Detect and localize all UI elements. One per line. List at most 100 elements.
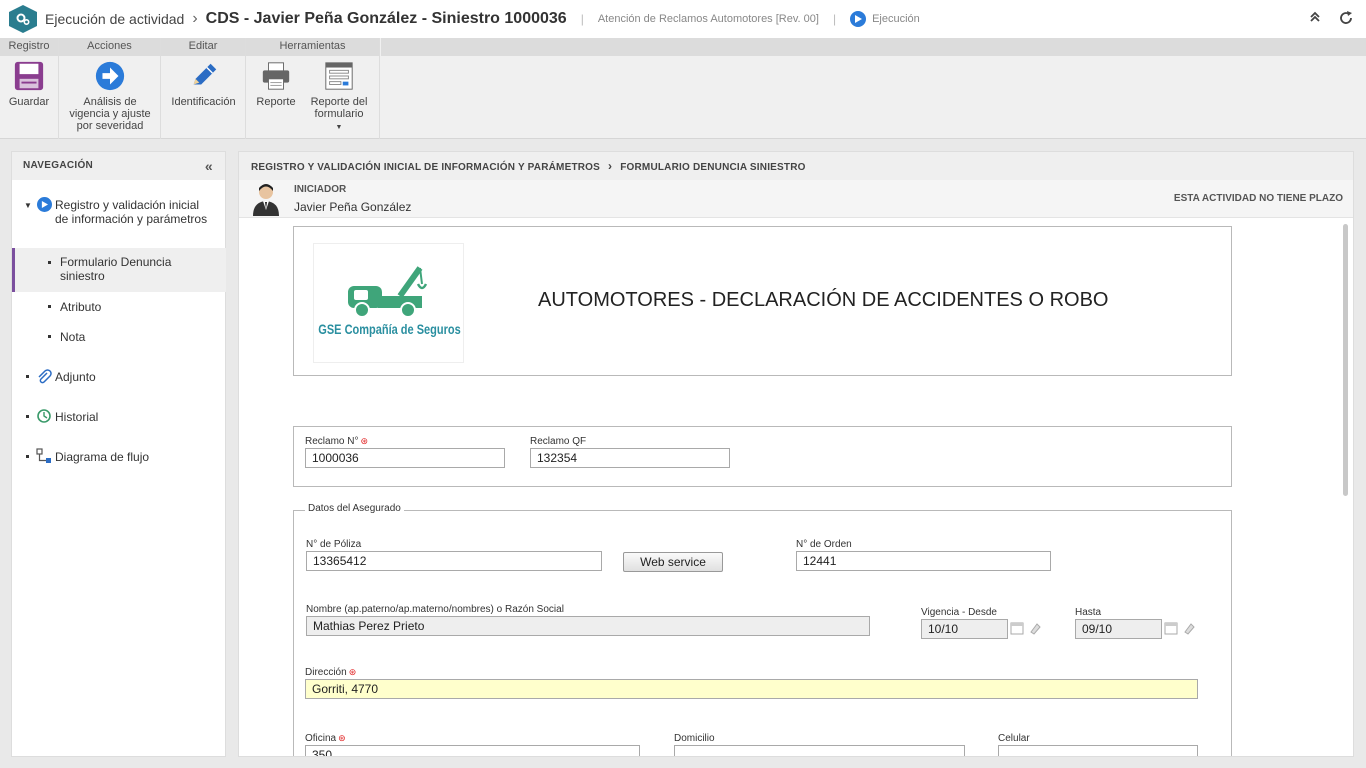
- nav-item-historial[interactable]: Historial: [12, 408, 226, 428]
- home-input[interactable]: [674, 745, 965, 756]
- collapse-up-icon[interactable]: [1308, 10, 1322, 31]
- paperclip-icon: [38, 369, 52, 384]
- status-text: Ejecución: [872, 13, 920, 25]
- vertical-scrollbar[interactable]: [1343, 224, 1348, 496]
- required-icon: ⊛: [348, 667, 357, 677]
- breadcrumb: REGISTRO Y VALIDACIÓN INICIAL DE INFORMA…: [239, 152, 1353, 180]
- eraser-icon[interactable]: [1028, 621, 1042, 635]
- refresh-icon[interactable]: [1338, 10, 1354, 31]
- home-label: Domicilio: [674, 733, 715, 744]
- web-service-button[interactable]: Web service: [623, 552, 723, 572]
- claim-qf-input[interactable]: 132354: [530, 448, 730, 468]
- printer-icon: [262, 62, 290, 90]
- nav-item-nota[interactable]: Nota: [12, 328, 226, 348]
- nav-item-diagrama[interactable]: Diagrama de flujo: [12, 448, 226, 468]
- claim-qf-label: Reclamo QF: [530, 436, 587, 447]
- office-label: Oficina ⊛: [305, 733, 346, 744]
- form-report-button[interactable]: Reporte del formulario ▼: [306, 60, 372, 134]
- report-button[interactable]: Reporte: [252, 60, 300, 108]
- deadline-notice: ESTA ACTIVIDAD NO TIENE PLAZO: [1173, 193, 1343, 204]
- form-report-label: Reporte del formulario: [310, 96, 368, 120]
- group-label: Herramientas: [246, 38, 379, 56]
- group-acciones: Acciones Análisis de vigencia y ajuste p…: [59, 38, 161, 139]
- valid-to-input[interactable]: 09/10: [1075, 619, 1162, 639]
- save-button[interactable]: Guardar: [4, 60, 54, 108]
- group-registro: Registro Guardar: [0, 38, 59, 139]
- policy-number-input[interactable]: 13365412: [306, 551, 602, 571]
- page-title: CDS - Javier Peña González - Siniestro 1…: [205, 10, 567, 27]
- nav-item-atributo[interactable]: Atributo: [12, 298, 226, 318]
- valid-to-label: Hasta: [1075, 607, 1102, 618]
- mobile-label: Celular: [998, 733, 1030, 744]
- breadcrumb-item[interactable]: REGISTRO Y VALIDACIÓN INICIAL DE INFORMA…: [251, 162, 600, 173]
- insured-data-section: Datos del Asegurado N° de Póliza 1336541…: [293, 503, 1232, 756]
- dropdown-arrow-icon[interactable]: ▼: [306, 122, 372, 134]
- claim-box: Reclamo N° ⊛ 1000036 Reclamo QF 132354: [293, 426, 1232, 487]
- divider: |: [580, 12, 584, 26]
- title-bar: Ejecución de actividad › CDS - Javier Pe…: [0, 0, 1366, 38]
- history-clock-icon: [37, 409, 51, 423]
- group-editar: Editar Identificación: [161, 38, 246, 139]
- calendar-icon[interactable]: [1010, 621, 1024, 635]
- nav-item-formulario[interactable]: Formulario Denuncia siniestro: [12, 248, 226, 292]
- nav-label: Diagrama de flujo: [55, 450, 150, 464]
- ribbon-toolbar: Registro Guardar Acciones Análisis de vi…: [0, 38, 1366, 139]
- required-icon: ⊛: [338, 733, 346, 743]
- calendar-icon[interactable]: [1164, 621, 1178, 635]
- nav-item-registro[interactable]: ▼ Registro y validación inicial de infor…: [12, 197, 226, 241]
- bullet: [48, 305, 51, 308]
- play-icon: [37, 197, 52, 212]
- bullet: [26, 455, 29, 458]
- nav-title: NAVEGACIÓN: [23, 160, 94, 171]
- status-badge: Ejecución: [850, 11, 920, 27]
- save-label: Guardar: [8, 96, 50, 108]
- office-input[interactable]: 350: [305, 745, 640, 756]
- name-label: Nombre (ap.paterno/ap.materno/nombres) o…: [306, 604, 564, 615]
- mobile-input[interactable]: [998, 745, 1198, 756]
- play-icon: [850, 11, 867, 27]
- divider: |: [832, 12, 837, 26]
- group-herramientas: Herramientas Reporte Reporte del formula…: [246, 38, 380, 139]
- identification-label: Identificación: [171, 96, 236, 108]
- name-input[interactable]: Mathias Perez Prieto: [306, 616, 870, 636]
- breadcrumb-item: FORMULARIO DENUNCIA SINIESTRO: [620, 162, 806, 173]
- process-name: Atención de Reclamos Automotores [Rev. 0…: [597, 13, 819, 25]
- toolbar-header-fill: [381, 38, 1366, 56]
- navigation-panel: NAVEGACIÓN « ▼ Registro y validación ini…: [11, 151, 226, 757]
- nav-header: NAVEGACIÓN «: [12, 152, 225, 180]
- analysis-button[interactable]: Análisis de vigencia y ajuste por severi…: [63, 60, 157, 132]
- required-icon: ⊛: [360, 436, 369, 446]
- order-number-input[interactable]: 12441: [796, 551, 1051, 571]
- nav-label: Registro y validación inicial de informa…: [55, 198, 208, 226]
- bullet: [26, 415, 29, 418]
- bullet: [26, 375, 29, 378]
- bullet: [48, 335, 51, 338]
- group-label: Acciones: [59, 38, 160, 56]
- identification-button[interactable]: Identificación: [165, 60, 242, 108]
- initiator-label: INICIADOR: [294, 184, 347, 195]
- bullet: [48, 261, 51, 264]
- analysis-label: Análisis de vigencia y ajuste por severi…: [69, 96, 151, 132]
- group-label: Editar: [161, 38, 245, 56]
- valid-from-input[interactable]: 10/10: [921, 619, 1008, 639]
- claim-number-input[interactable]: 1000036: [305, 448, 505, 468]
- double-chevron-left-icon[interactable]: «: [205, 152, 213, 180]
- section-title: Datos del Asegurado: [305, 503, 404, 514]
- activity-label: Ejecución de actividad: [45, 11, 185, 27]
- caret-down-icon[interactable]: ▼: [24, 199, 32, 213]
- nav-label: Historial: [55, 410, 99, 424]
- policy-number-label: N° de Póliza: [306, 539, 362, 550]
- floppy-disk-icon: [14, 61, 44, 91]
- nav-item-adjunto[interactable]: Adjunto: [12, 368, 226, 388]
- address-input[interactable]: Gorriti, 4770: [305, 679, 1198, 699]
- valid-from-label: Vigencia - Desde: [921, 607, 997, 618]
- arrow-right-circle-icon: [95, 61, 125, 91]
- chevron-right-icon: ›: [608, 159, 613, 173]
- flowchart-icon: [36, 448, 51, 463]
- nav-label: Nota: [60, 330, 86, 344]
- logo-text: GSE Compañía de Seguros: [318, 322, 461, 338]
- nav-label: Adjunto: [55, 370, 96, 384]
- eraser-icon[interactable]: [1182, 621, 1196, 635]
- initiator-bar: INICIADOR Javier Peña González ESTA ACTI…: [239, 180, 1353, 218]
- form-title: AUTOMOTORES - DECLARACIÓN DE ACCIDENTES …: [538, 289, 1109, 311]
